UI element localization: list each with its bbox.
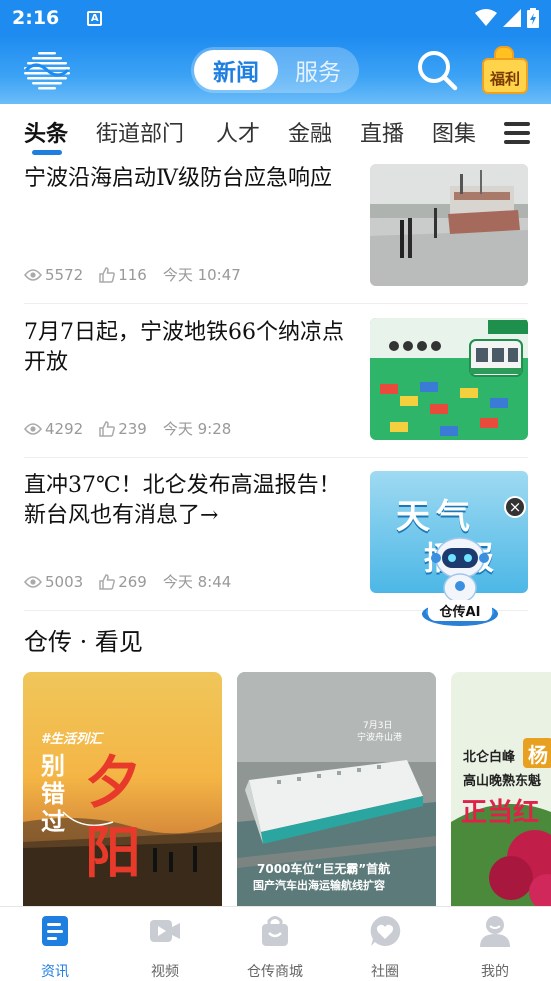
card-headline: 别错过: [41, 751, 65, 836]
nav-label: 我的: [481, 964, 509, 980]
eye-icon: [24, 422, 42, 435]
article-meta: 5572 116 今天 10:47: [24, 264, 241, 285]
welfare-label: 福利: [489, 70, 520, 88]
bottom-navigation: 资讯 视频 仓传商城 社圈 我的: [0, 906, 551, 981]
wifi-icon: [475, 9, 497, 26]
card-caption: 7000车位“巨无霸”首航: [257, 862, 391, 876]
card-line1: 北仑白峰: [463, 750, 516, 765]
community-icon: [370, 915, 401, 946]
nav-label: 资讯: [41, 964, 69, 980]
card-location: 宁波舟山港: [357, 733, 403, 743]
thumbs-up-icon: [99, 266, 116, 283]
notification-icon: A: [87, 10, 103, 26]
like-count-value: 116: [118, 265, 147, 284]
ai-assistant-label[interactable]: 仓传AI: [428, 600, 492, 621]
active-tab-indicator: [32, 150, 62, 155]
view-count-value: 5003: [45, 572, 84, 591]
status-icons: [475, 8, 539, 28]
card-pill: 杨: [523, 738, 551, 768]
article-thumbnail: [370, 164, 528, 286]
segment-news[interactable]: 新闻: [194, 50, 278, 90]
card-subcaption: 国产汽车出海运输航线扩容: [253, 879, 385, 892]
nav-mall[interactable]: 仓传商城: [220, 913, 330, 981]
article-meta: 4292 239 今天 9:28: [24, 418, 231, 439]
tab-talent[interactable]: 人才: [216, 116, 260, 148]
tab-street-departments[interactable]: 街道部门: [96, 116, 184, 148]
like-count-value: 269: [118, 572, 147, 591]
nav-community[interactable]: 社圈: [330, 913, 440, 981]
like-count: 239: [99, 420, 147, 438]
thumbs-up-icon: [99, 573, 116, 590]
view-count: 4292: [24, 420, 83, 438]
menu-icon[interactable]: [504, 122, 530, 144]
news-service-toggle: 新闻 服务: [191, 47, 359, 93]
nav-label: 仓传商城: [247, 964, 303, 980]
article-title: 宁波沿海启动Ⅳ级防台应急响应: [24, 166, 332, 191]
profile-icon: [480, 916, 510, 947]
like-count: 269: [99, 573, 147, 591]
close-icon[interactable]: ×: [504, 496, 526, 518]
tab-headlines[interactable]: 头条: [24, 116, 68, 148]
like-count-value: 239: [118, 419, 147, 438]
thumbs-up-icon: [99, 420, 116, 437]
article-title: 直冲37℃！北仑发布高温报告！新台风也有消息了→: [24, 473, 341, 528]
news-item[interactable]: 宁波沿海启动Ⅳ级防台应急响应 5572 116 今天 10:47: [24, 164, 528, 304]
app-header: 新闻 服务 福利: [0, 36, 551, 104]
tab-live[interactable]: 直播: [360, 116, 404, 148]
article-title: 7月7日起，宁波地铁66个纳凉点开放: [24, 320, 344, 375]
article-thumbnail: [370, 318, 528, 440]
view-count-value: 5572: [45, 265, 84, 284]
card-keyword: 夕阳: [85, 750, 141, 886]
card-image: [451, 672, 551, 906]
card-line2: 高山晚熟东魁: [463, 774, 542, 789]
video-card[interactable]: #生活列汇 别错过 夕阳: [23, 672, 222, 906]
view-count-value: 4292: [45, 419, 84, 438]
view-count: 5003: [24, 573, 83, 591]
battery-icon: [527, 8, 539, 28]
signal-icon: [503, 9, 521, 27]
eye-icon: [24, 575, 42, 588]
shopping-bag-icon: [262, 916, 288, 946]
video-card[interactable]: 7月3日 宁波舟山港 7000车位“巨无霸”首航 国产汽车出海运输航线扩容: [237, 672, 436, 906]
publish-time: 今天 10:47: [162, 266, 241, 284]
like-count: 116: [99, 266, 147, 284]
article-meta: 5003 269 今天 8:44: [24, 571, 231, 592]
nav-label: 视频: [151, 964, 179, 980]
status-bar: 2:16 A: [0, 0, 551, 36]
search-icon[interactable]: [415, 48, 459, 92]
nav-video[interactable]: 视频: [110, 913, 220, 981]
segment-service[interactable]: 服务: [281, 50, 355, 90]
news-item[interactable]: 7月7日起，宁波地铁66个纳凉点开放 4292 239 今天 9:28: [24, 318, 528, 458]
status-time: 2:16: [12, 7, 60, 29]
section-title: 仓传 · 看见: [24, 628, 143, 656]
tab-gallery[interactable]: 图集: [432, 116, 476, 148]
eye-icon: [24, 268, 42, 281]
category-tabs: 头条 街道部门 人才 金融 直播 图集: [0, 104, 551, 160]
video-icon: [150, 920, 180, 942]
video-card[interactable]: 杨 北仑白峰 高山晚熟东魁 正当红: [451, 672, 551, 906]
nav-news[interactable]: 资讯: [0, 913, 110, 981]
card-highlight: 正当红: [461, 798, 540, 828]
card-tag: #生活列汇: [41, 732, 103, 747]
welfare-button[interactable]: 福利: [480, 44, 530, 98]
app-logo-icon[interactable]: [22, 48, 72, 92]
nav-profile[interactable]: 我的: [440, 913, 550, 981]
publish-time: 今天 8:44: [162, 573, 232, 591]
view-count: 5572: [24, 266, 83, 284]
nav-label: 社圈: [371, 964, 399, 980]
tab-finance[interactable]: 金融: [288, 116, 332, 148]
publish-time: 今天 9:28: [162, 420, 232, 438]
news-icon: [42, 916, 68, 946]
